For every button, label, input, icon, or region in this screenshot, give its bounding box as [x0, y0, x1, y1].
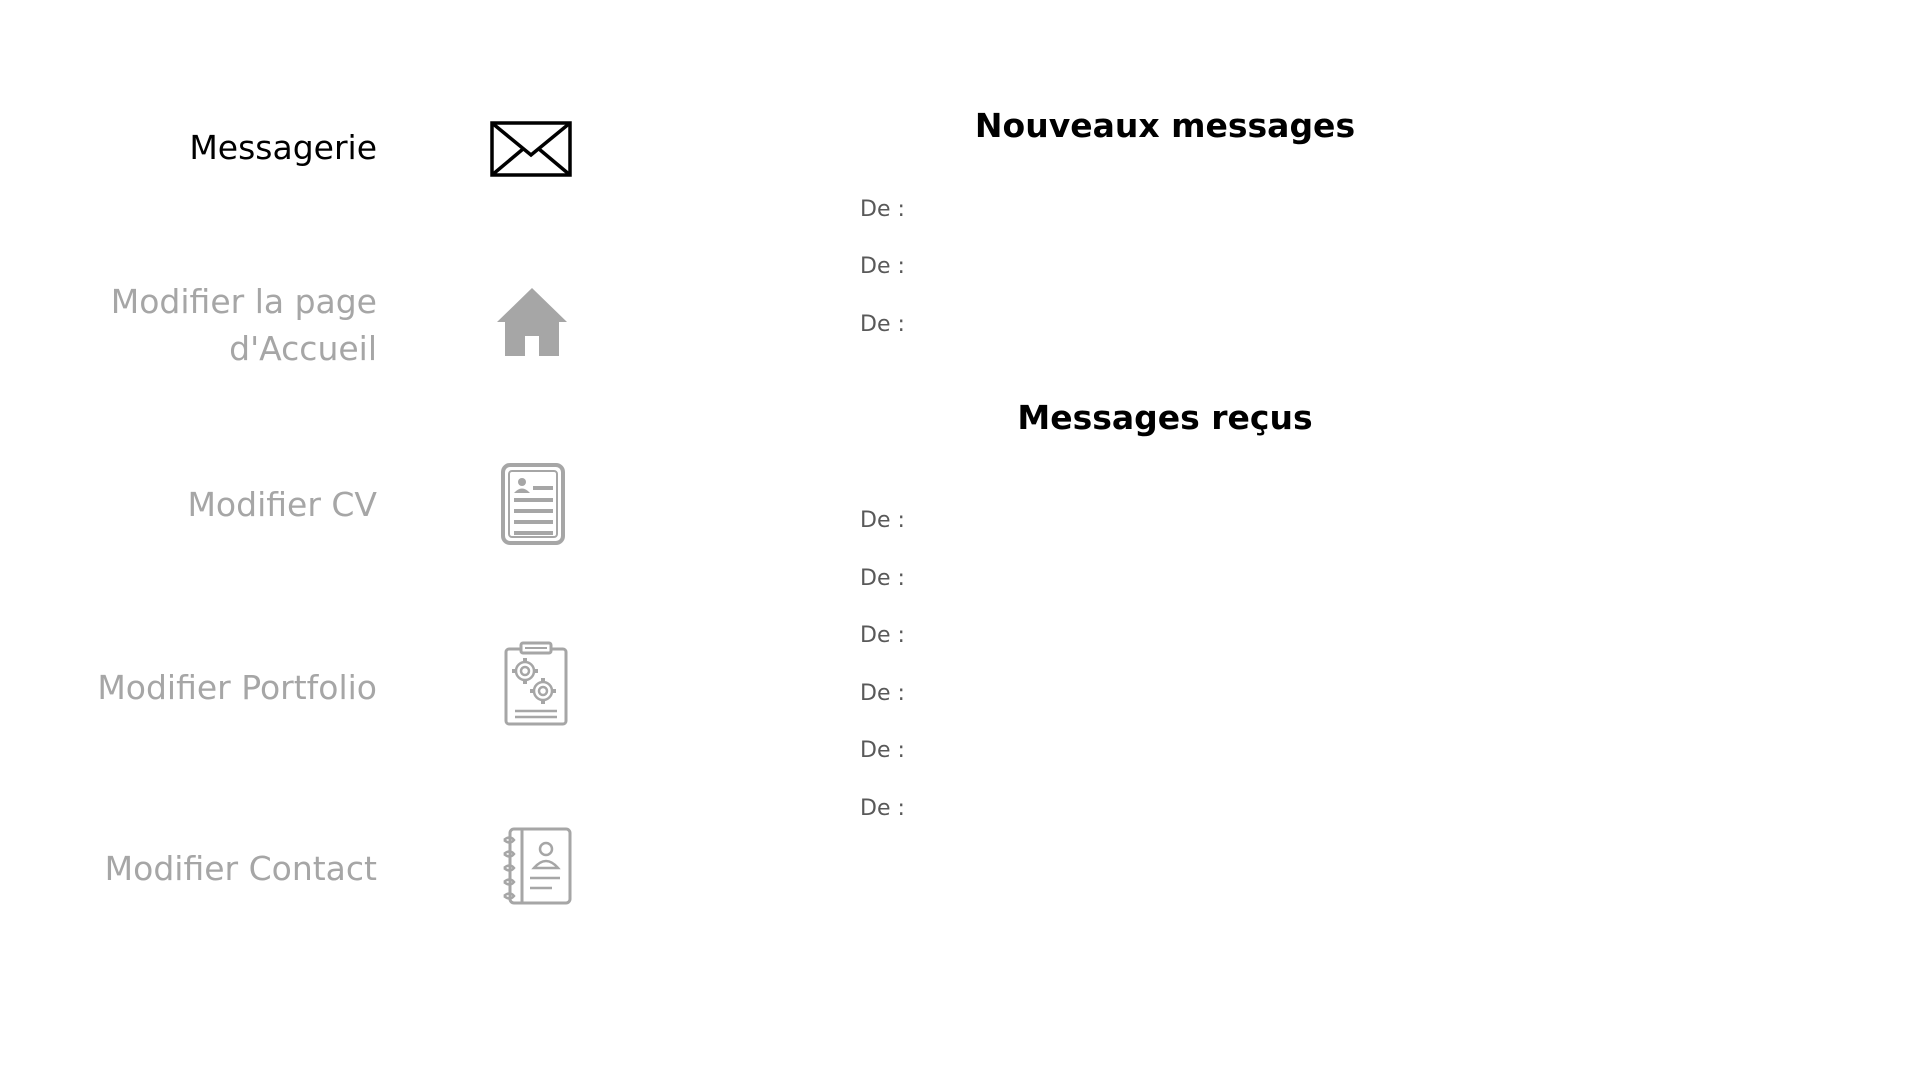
nav-item-accueil[interactable]: Modifier la page d'Accueil: [0, 278, 600, 378]
nav-item-label: Modifier CV: [187, 485, 377, 524]
nav-item-label: Modifier la page d'Accueil: [110, 282, 377, 368]
nav-item-portfolio[interactable]: Modifier Portfolio: [0, 641, 600, 726]
message-row[interactable]: De :: [860, 616, 1420, 656]
envelope-icon: [490, 121, 572, 177]
nav-item-label: Modifier Portfolio: [97, 668, 377, 707]
message-row[interactable]: De :: [860, 247, 1420, 287]
message-row[interactable]: De :: [860, 305, 1420, 345]
section-title: Messages reçus: [1017, 398, 1313, 437]
nav-item-cv[interactable]: Modifier CV: [0, 463, 600, 545]
message-row[interactable]: De :: [860, 190, 1420, 230]
message-row[interactable]: De :: [860, 731, 1420, 771]
document-icon: [501, 463, 565, 545]
nav-item-label: Modifier Contact: [104, 849, 377, 888]
home-icon: [497, 288, 567, 356]
message-row[interactable]: De :: [860, 674, 1420, 714]
clipboard-gears-icon: [504, 641, 568, 726]
nav-item-label: Messagerie: [189, 128, 377, 167]
nav-item-messagerie[interactable]: Messagerie: [0, 121, 600, 177]
address-book-icon: [503, 827, 572, 905]
message-row[interactable]: De :: [860, 501, 1420, 541]
message-row[interactable]: De :: [860, 559, 1420, 599]
messaging-page: Messagerie Modifier la page d'Accueil Mo…: [0, 0, 1920, 1080]
nav-item-contact[interactable]: Modifier Contact: [0, 827, 600, 905]
section-title: Nouveaux messages: [974, 106, 1356, 145]
message-row[interactable]: De :: [860, 789, 1420, 829]
